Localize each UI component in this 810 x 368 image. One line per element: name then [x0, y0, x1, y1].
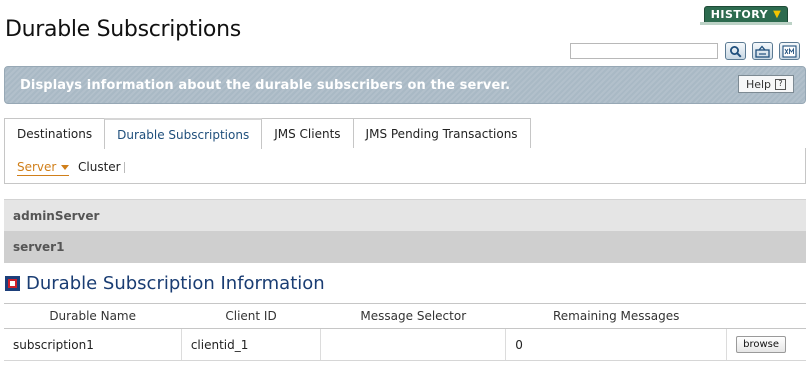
- banner-text: Displays information about the durable s…: [20, 78, 511, 93]
- subnav-server[interactable]: Server: [17, 160, 70, 176]
- column-header-message-selector: Message Selector: [320, 303, 506, 329]
- server-row-server1[interactable]: server1: [4, 231, 806, 263]
- help-icon: ?: [775, 78, 787, 90]
- history-label: HISTORY: [710, 8, 769, 21]
- xml-icon: [782, 44, 797, 58]
- cell-message-selector: [320, 328, 507, 361]
- column-header-action: [726, 303, 806, 329]
- xml-export-button[interactable]: [779, 42, 800, 60]
- server-cluster-subnav: Server Cluster: [4, 148, 806, 184]
- history-underline: [700, 22, 792, 25]
- tab-bar: Destinations Durable Subscriptions JMS C…: [4, 118, 531, 149]
- tab-jms-clients[interactable]: JMS Clients: [261, 118, 354, 149]
- table-header-row: Durable Name Client ID Message Selector …: [4, 303, 806, 329]
- chevron-down-icon: ▼: [773, 9, 782, 20]
- browse-button[interactable]: browse: [736, 336, 786, 353]
- section-marker-icon: [5, 276, 20, 291]
- server-row-adminserver[interactable]: adminServer: [4, 199, 806, 231]
- cell-remaining-messages: 0: [505, 328, 728, 361]
- cell-client-id: clientid_1: [181, 328, 322, 361]
- cell-action: browse: [726, 328, 806, 361]
- search-input[interactable]: [570, 43, 718, 59]
- tab-jms-pending-transactions[interactable]: JMS Pending Transactions: [352, 118, 531, 149]
- help-button[interactable]: Help ?: [738, 75, 794, 93]
- column-header-client-id: Client ID: [181, 303, 321, 329]
- caret-down-icon: [61, 164, 70, 170]
- tab-durable-subscriptions[interactable]: Durable Subscriptions: [104, 118, 263, 149]
- subnav-server-label: Server: [17, 160, 57, 174]
- search-icon: [730, 45, 742, 58]
- description-banner: Displays information about the durable s…: [4, 66, 806, 104]
- section-header: Durable Subscription Information: [5, 273, 325, 294]
- search-button[interactable]: [725, 42, 746, 60]
- page-title: Durable Subscriptions: [5, 17, 241, 42]
- tab-destinations[interactable]: Destinations: [4, 118, 106, 149]
- section-title: Durable Subscription Information: [26, 273, 325, 294]
- refresh-icon: [755, 45, 770, 58]
- column-header-durable-name: Durable Name: [4, 303, 182, 329]
- subnav-divider: [124, 162, 125, 173]
- subnav-cluster[interactable]: Cluster: [78, 160, 121, 174]
- refresh-button[interactable]: [752, 42, 773, 60]
- help-label: Help: [745, 77, 772, 91]
- table-row: subscription1 clientid_1 0 browse: [4, 328, 806, 361]
- history-button[interactable]: HISTORY ▼: [704, 6, 788, 23]
- cell-durable-name: subscription1: [4, 328, 182, 361]
- column-header-remaining-messages: Remaining Messages: [505, 303, 727, 329]
- durable-subscription-table: Durable Name Client ID Message Selector …: [4, 303, 806, 361]
